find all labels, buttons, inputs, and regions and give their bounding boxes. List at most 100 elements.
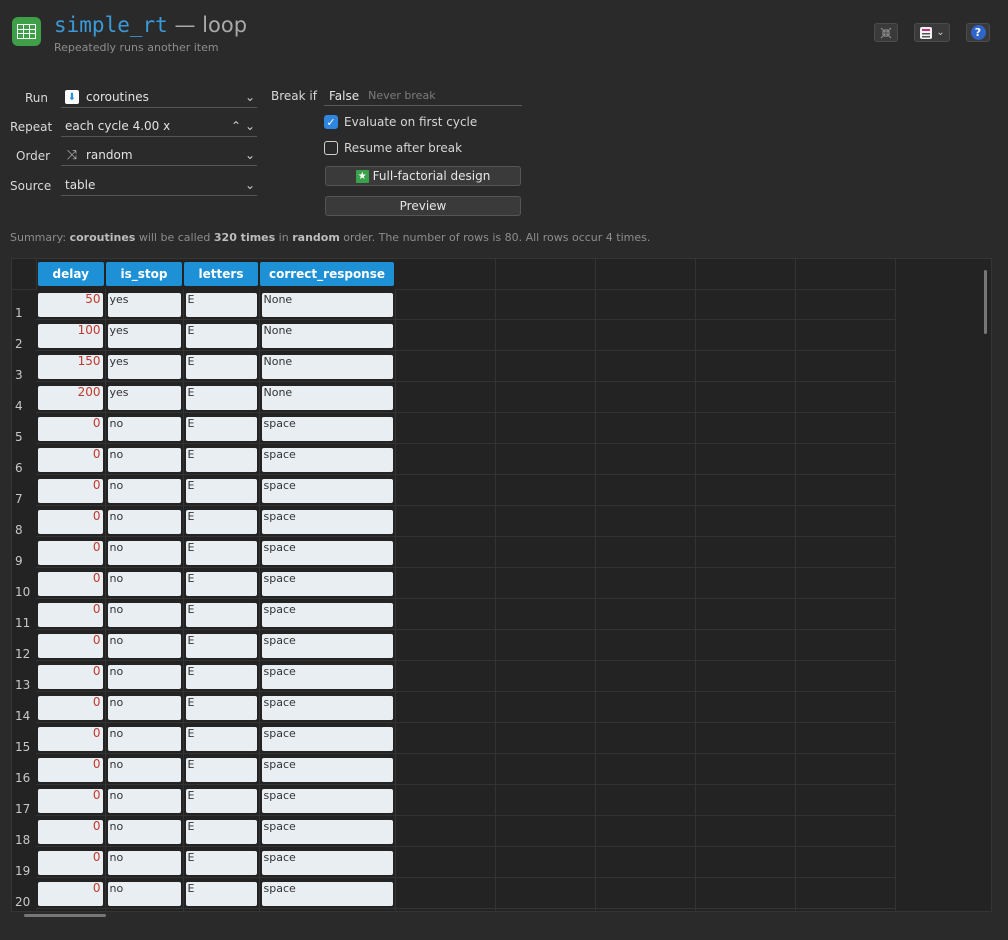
- table-cell[interactable]: 0: [36, 722, 106, 754]
- table-cell[interactable]: E: [183, 567, 260, 599]
- table-cell[interactable]: 0: [36, 660, 106, 692]
- row-number[interactable]: 11: [12, 599, 36, 630]
- empty-cell[interactable]: [595, 629, 696, 661]
- break-if-input[interactable]: False Never break: [324, 86, 522, 106]
- table-cell[interactable]: None: [259, 350, 396, 382]
- column-header[interactable]: letters: [183, 259, 259, 289]
- empty-cell[interactable]: [495, 474, 596, 506]
- empty-cell[interactable]: [395, 877, 496, 909]
- empty-cell[interactable]: [795, 289, 896, 320]
- empty-cell[interactable]: [595, 536, 696, 568]
- table-cell[interactable]: 0: [36, 629, 106, 661]
- empty-cell[interactable]: [595, 815, 696, 847]
- empty-cell[interactable]: [595, 289, 696, 320]
- table-cell[interactable]: space: [259, 722, 396, 754]
- empty-cell[interactable]: [795, 474, 896, 506]
- empty-cell[interactable]: [595, 319, 696, 351]
- table-cell[interactable]: space: [259, 567, 396, 599]
- empty-cell[interactable]: [795, 753, 896, 785]
- collapse-button[interactable]: [874, 23, 898, 42]
- row-number[interactable]: 10: [12, 568, 36, 599]
- empty-cell[interactable]: [795, 660, 896, 692]
- empty-cell[interactable]: [695, 567, 796, 599]
- table-cell[interactable]: 0: [36, 443, 106, 475]
- table-cell[interactable]: yes: [105, 908, 184, 911]
- table-cell[interactable]: E: [183, 319, 260, 351]
- table-cell[interactable]: 0: [36, 505, 106, 537]
- table-cell[interactable]: no: [105, 722, 184, 754]
- row-number[interactable]: 13: [12, 661, 36, 692]
- table-cell[interactable]: yes: [105, 381, 184, 413]
- column-header[interactable]: delay: [36, 259, 105, 289]
- table-cell[interactable]: 0: [36, 598, 106, 630]
- table-cell[interactable]: no: [105, 536, 184, 568]
- table-cell[interactable]: E: [183, 815, 260, 847]
- table-cell[interactable]: space: [259, 877, 396, 909]
- row-number[interactable]: 18: [12, 816, 36, 847]
- empty-cell[interactable]: [795, 908, 896, 911]
- empty-cell[interactable]: [695, 846, 796, 878]
- table-cell[interactable]: 0: [36, 474, 106, 506]
- table-cell[interactable]: 0: [36, 691, 106, 723]
- table-cell[interactable]: E: [183, 598, 260, 630]
- row-number[interactable]: 5: [12, 413, 36, 444]
- empty-cell[interactable]: [795, 567, 896, 599]
- table-cell[interactable]: E: [183, 877, 260, 909]
- chevron-up-icon[interactable]: ⌃: [229, 119, 243, 133]
- row-number[interactable]: 1: [12, 289, 36, 320]
- empty-cell[interactable]: [495, 815, 596, 847]
- empty-cell[interactable]: [495, 350, 596, 382]
- table-cell[interactable]: 0: [36, 753, 106, 785]
- empty-cell[interactable]: [695, 629, 796, 661]
- empty-cell[interactable]: [695, 722, 796, 754]
- empty-cell[interactable]: [695, 412, 796, 444]
- empty-cell[interactable]: [395, 722, 496, 754]
- empty-cell[interactable]: [795, 598, 896, 630]
- source-select[interactable]: table ⌄: [61, 175, 257, 196]
- table-cell[interactable]: E: [183, 505, 260, 537]
- table-cell[interactable]: no: [105, 660, 184, 692]
- table-cell[interactable]: E: [183, 289, 260, 320]
- table-cell[interactable]: space: [259, 598, 396, 630]
- checkbox-empty-icon[interactable]: [324, 141, 338, 155]
- table-cell[interactable]: 0: [36, 412, 106, 444]
- empty-cell[interactable]: [695, 474, 796, 506]
- table-cell[interactable]: yes: [105, 350, 184, 382]
- table-cell[interactable]: E: [183, 381, 260, 413]
- empty-cell[interactable]: [595, 784, 696, 816]
- empty-cell[interactable]: [695, 877, 796, 909]
- table-cell[interactable]: 100: [36, 319, 106, 351]
- table-cell[interactable]: E: [183, 691, 260, 723]
- table-cell[interactable]: E: [183, 629, 260, 661]
- table-cell[interactable]: 0: [36, 567, 106, 599]
- table-cell[interactable]: no: [105, 691, 184, 723]
- empty-column-header[interactable]: [795, 259, 896, 290]
- empty-cell[interactable]: [395, 908, 496, 911]
- empty-cell[interactable]: [595, 691, 696, 723]
- empty-column-header[interactable]: [695, 259, 796, 290]
- table-cell[interactable]: 0: [36, 536, 106, 568]
- table-cell[interactable]: 200: [36, 381, 106, 413]
- table-cell[interactable]: E: [183, 846, 260, 878]
- empty-cell[interactable]: [795, 877, 896, 909]
- empty-cell[interactable]: [595, 474, 696, 506]
- vertical-scrollbar[interactable]: [984, 270, 987, 334]
- empty-cell[interactable]: [795, 412, 896, 444]
- empty-cell[interactable]: [695, 350, 796, 382]
- table-cell[interactable]: no: [105, 567, 184, 599]
- table-cell[interactable]: yes: [105, 289, 184, 320]
- table-cell[interactable]: no: [105, 443, 184, 475]
- empty-column-header[interactable]: [495, 259, 596, 290]
- empty-column-header[interactable]: [595, 259, 696, 290]
- empty-cell[interactable]: [795, 505, 896, 537]
- table-cell[interactable]: E: [183, 753, 260, 785]
- empty-cell[interactable]: [695, 691, 796, 723]
- empty-cell[interactable]: [495, 381, 596, 413]
- empty-cell[interactable]: [695, 381, 796, 413]
- table-cell[interactable]: 0: [36, 846, 106, 878]
- empty-cell[interactable]: [495, 412, 596, 444]
- row-number[interactable]: 4: [12, 382, 36, 413]
- empty-cell[interactable]: [395, 289, 496, 320]
- table-cell[interactable]: no: [105, 815, 184, 847]
- table-cell[interactable]: space: [259, 629, 396, 661]
